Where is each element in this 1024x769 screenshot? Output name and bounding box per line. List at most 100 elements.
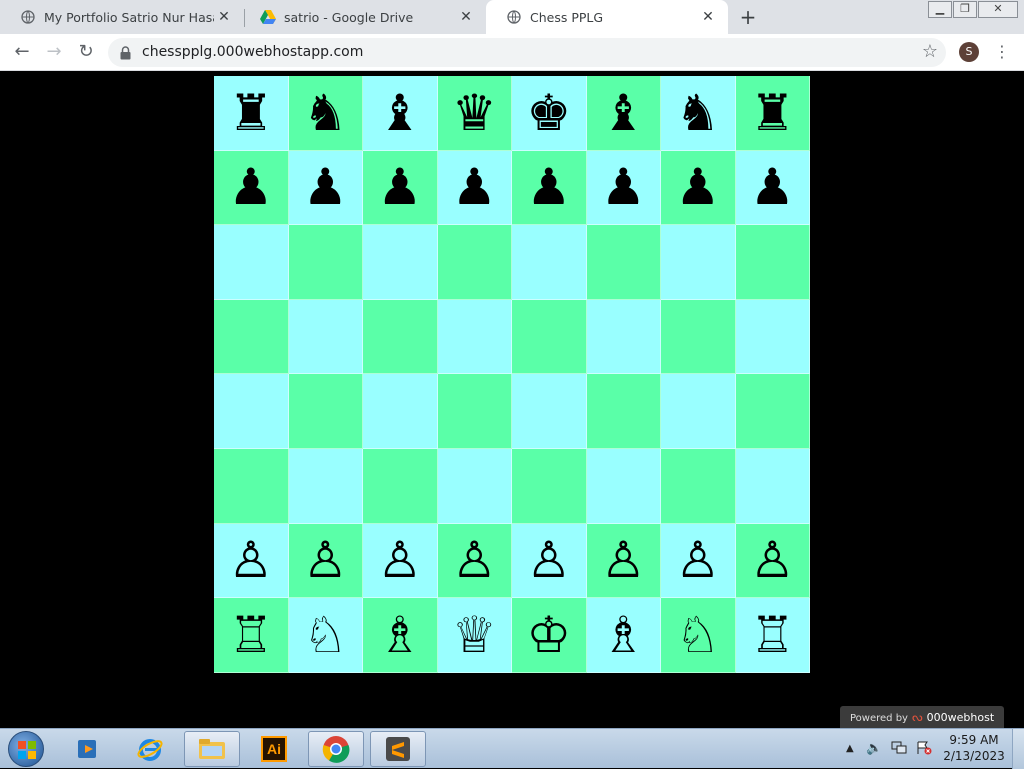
system-clock[interactable]: 9:59 AM 2/13/2023 bbox=[940, 732, 1008, 764]
square-g7[interactable]: ♟ bbox=[661, 150, 736, 226]
square-b4[interactable] bbox=[288, 374, 363, 449]
square-d4[interactable] bbox=[437, 374, 512, 449]
square-a6[interactable] bbox=[214, 225, 289, 300]
square-a8[interactable]: ♜ bbox=[214, 76, 289, 151]
square-c2[interactable]: ♙ bbox=[363, 523, 438, 599]
square-d2[interactable]: ♙ bbox=[437, 523, 512, 599]
black-knight-piece[interactable]: ♞ bbox=[675, 88, 720, 138]
black-pawn-piece[interactable]: ♟ bbox=[601, 162, 646, 212]
white-rook-piece[interactable]: ♖ bbox=[750, 610, 795, 660]
square-h4[interactable] bbox=[735, 374, 810, 449]
volume-icon[interactable]: 🔈 bbox=[866, 741, 882, 756]
square-b7[interactable]: ♟ bbox=[288, 150, 363, 226]
back-arrow-icon[interactable]: ← bbox=[10, 41, 34, 65]
square-f3[interactable] bbox=[586, 448, 661, 524]
square-h6[interactable] bbox=[735, 225, 810, 300]
square-d1[interactable]: ♕ bbox=[437, 598, 512, 673]
square-e8[interactable]: ♚ bbox=[512, 76, 587, 151]
white-knight-piece[interactable]: ♘ bbox=[303, 610, 348, 660]
white-pawn-piece[interactable]: ♙ bbox=[228, 535, 273, 585]
square-h1[interactable]: ♖ bbox=[735, 598, 810, 673]
kebab-menu-icon[interactable]: ⋮ bbox=[994, 42, 1010, 62]
square-a3[interactable] bbox=[214, 448, 289, 524]
square-c8[interactable]: ♝ bbox=[363, 76, 438, 151]
file-explorer-icon[interactable] bbox=[184, 731, 240, 767]
black-pawn-piece[interactable]: ♟ bbox=[750, 162, 795, 212]
square-h3[interactable] bbox=[735, 448, 810, 524]
square-c1[interactable]: ♗ bbox=[363, 598, 438, 673]
black-pawn-piece[interactable]: ♟ bbox=[303, 162, 348, 212]
chrome-icon[interactable] bbox=[308, 731, 364, 767]
square-g8[interactable]: ♞ bbox=[661, 76, 736, 151]
square-e6[interactable] bbox=[512, 225, 587, 300]
black-rook-piece[interactable]: ♜ bbox=[750, 88, 795, 138]
square-d7[interactable]: ♟ bbox=[437, 150, 512, 226]
square-c5[interactable] bbox=[363, 299, 438, 375]
tray-expand-icon[interactable]: ▲ bbox=[846, 743, 854, 754]
square-h8[interactable]: ♜ bbox=[735, 76, 810, 151]
tab-chess-pplg[interactable]: Chess PPLG ✕ bbox=[486, 0, 728, 34]
square-h2[interactable]: ♙ bbox=[735, 523, 810, 599]
square-f2[interactable]: ♙ bbox=[586, 523, 661, 599]
black-pawn-piece[interactable]: ♟ bbox=[675, 162, 720, 212]
white-queen-piece[interactable]: ♕ bbox=[452, 610, 497, 660]
black-knight-piece[interactable]: ♞ bbox=[303, 88, 348, 138]
black-pawn-piece[interactable]: ♟ bbox=[377, 162, 422, 212]
maximize-button[interactable]: ❐ bbox=[953, 1, 977, 18]
square-f4[interactable] bbox=[586, 374, 661, 449]
address-bar[interactable]: chesspplg.000webhostapp.com ☆ bbox=[108, 38, 946, 67]
square-c3[interactable] bbox=[363, 448, 438, 524]
square-d5[interactable] bbox=[437, 299, 512, 375]
white-king-piece[interactable]: ♔ bbox=[526, 610, 571, 660]
close-tab-icon[interactable]: ✕ bbox=[458, 9, 474, 25]
square-a2[interactable]: ♙ bbox=[214, 523, 289, 599]
white-pawn-piece[interactable]: ♙ bbox=[601, 535, 646, 585]
network-icon[interactable] bbox=[891, 741, 907, 759]
white-bishop-piece[interactable]: ♗ bbox=[377, 610, 422, 660]
square-e1[interactable]: ♔ bbox=[512, 598, 587, 673]
forward-arrow-icon[interactable]: → bbox=[42, 41, 66, 65]
square-g4[interactable] bbox=[661, 374, 736, 449]
white-bishop-piece[interactable]: ♗ bbox=[601, 610, 646, 660]
square-g5[interactable] bbox=[661, 299, 736, 375]
square-a5[interactable] bbox=[214, 299, 289, 375]
square-c4[interactable] bbox=[363, 374, 438, 449]
sublime-text-icon[interactable] bbox=[370, 731, 426, 767]
square-e5[interactable] bbox=[512, 299, 587, 375]
square-e2[interactable]: ♙ bbox=[512, 523, 587, 599]
square-b2[interactable]: ♙ bbox=[288, 523, 363, 599]
black-bishop-piece[interactable]: ♝ bbox=[601, 88, 646, 138]
black-king-piece[interactable]: ♚ bbox=[526, 88, 571, 138]
minimize-button[interactable]: ▁ bbox=[928, 1, 952, 18]
square-h7[interactable]: ♟ bbox=[735, 150, 810, 226]
black-queen-piece[interactable]: ♛ bbox=[452, 88, 497, 138]
media-player-icon[interactable] bbox=[60, 731, 116, 767]
square-e4[interactable] bbox=[512, 374, 587, 449]
reload-icon[interactable]: ↻ bbox=[74, 41, 98, 65]
square-a7[interactable]: ♟ bbox=[214, 150, 289, 226]
square-a1[interactable]: ♖ bbox=[214, 598, 289, 673]
square-b5[interactable] bbox=[288, 299, 363, 375]
square-g3[interactable] bbox=[661, 448, 736, 524]
white-pawn-piece[interactable]: ♙ bbox=[303, 535, 348, 585]
powered-by-badge[interactable]: Powered by ᔓ 000webhost bbox=[840, 706, 1004, 728]
close-window-button[interactable]: ✕ bbox=[978, 1, 1018, 18]
square-f5[interactable] bbox=[586, 299, 661, 375]
white-pawn-piece[interactable]: ♙ bbox=[675, 535, 720, 585]
square-d8[interactable]: ♛ bbox=[437, 76, 512, 151]
square-a4[interactable] bbox=[214, 374, 289, 449]
square-f6[interactable] bbox=[586, 225, 661, 300]
square-f1[interactable]: ♗ bbox=[586, 598, 661, 673]
square-d6[interactable] bbox=[437, 225, 512, 300]
square-c7[interactable]: ♟ bbox=[363, 150, 438, 226]
black-pawn-piece[interactable]: ♟ bbox=[452, 162, 497, 212]
square-g1[interactable]: ♘ bbox=[661, 598, 736, 673]
white-rook-piece[interactable]: ♖ bbox=[228, 610, 273, 660]
black-pawn-piece[interactable]: ♟ bbox=[526, 162, 571, 212]
square-g2[interactable]: ♙ bbox=[661, 523, 736, 599]
illustrator-icon[interactable]: Ai bbox=[246, 731, 302, 767]
square-b6[interactable] bbox=[288, 225, 363, 300]
new-tab-button[interactable]: + bbox=[738, 7, 758, 28]
black-bishop-piece[interactable]: ♝ bbox=[377, 88, 422, 138]
white-pawn-piece[interactable]: ♙ bbox=[452, 535, 497, 585]
